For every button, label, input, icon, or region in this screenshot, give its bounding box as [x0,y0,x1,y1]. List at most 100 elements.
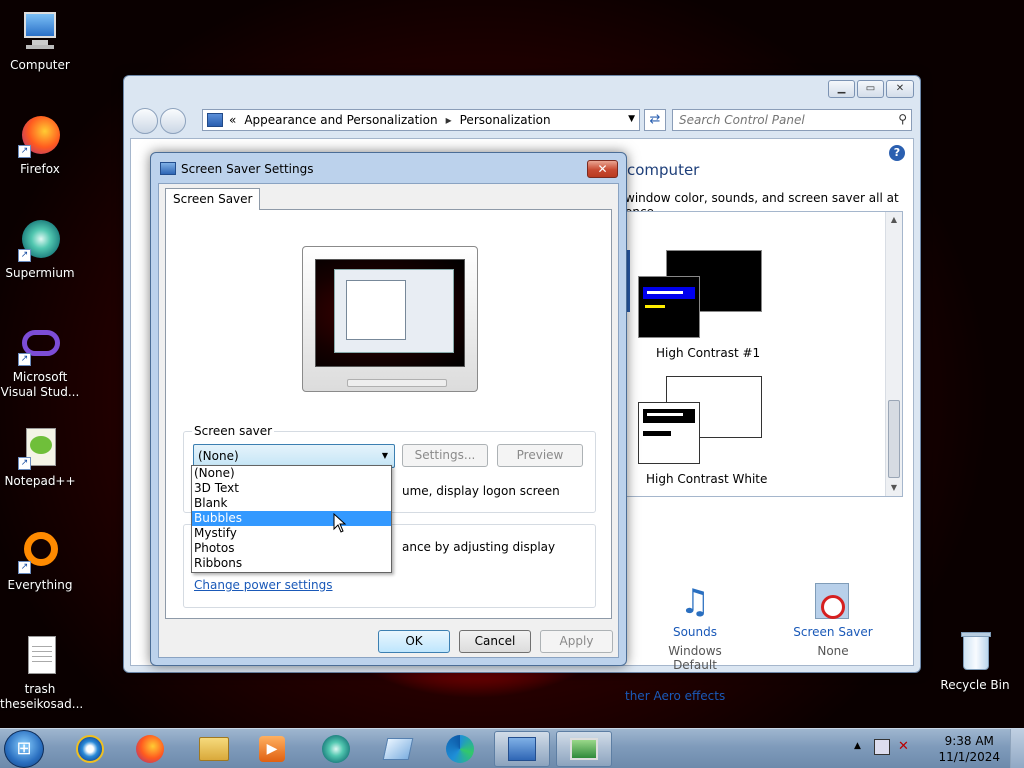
desktop-icon-computer[interactable]: Computer [0,10,80,73]
option-photos[interactable]: Photos [192,541,391,556]
dialog-close-button[interactable]: ✕ [587,160,618,178]
window-app-icon [382,738,414,760]
desktop-icon-label: Firefox [20,162,60,176]
apply-button[interactable]: Apply [540,630,613,653]
breadcrumb-appearance[interactable]: Appearance and Personalization [244,113,437,127]
supermium-icon: ↗ [18,218,62,262]
media-player-icon: ▶ [259,736,285,762]
window-controls: ▁ ▭ ✕ [828,80,914,98]
shortcut-arrow-icon: ↗ [18,353,31,366]
clock-date: 11/1/2024 [938,750,1000,764]
screen-saver-group-label: Screen saver [192,424,275,438]
preview-button[interactable]: Preview [497,444,583,467]
refresh-button[interactable]: ⇄ [644,109,666,131]
taskbar-internet-explorer[interactable] [62,731,118,767]
back-button[interactable] [132,108,158,134]
firefox-icon: ↗ [18,114,62,158]
option-blank[interactable]: Blank [192,496,391,511]
aero-effects-link[interactable]: ther Aero effects [625,689,725,703]
desktop-icon-trash-file[interactable]: trash theseikosad... [0,634,83,712]
theme-high-contrast-1[interactable]: High Contrast #1 [656,346,760,360]
page-title: computer [627,161,700,179]
help-icon[interactable]: ? [889,145,905,161]
taskbar-supermium[interactable] [308,731,364,767]
search-box: ⚲ [672,109,912,131]
chevron-right-icon[interactable]: ▸ [446,113,452,127]
forward-button[interactable] [160,108,186,134]
desktop-icon-recycle-bin[interactable]: Recycle Bin [935,630,1015,693]
desktop-icon-label: Everything [7,578,73,592]
preview-dialog [346,280,406,340]
desktop-icon-notepadpp[interactable]: ↗ Notepad++ [0,426,80,489]
scroll-up-icon[interactable]: ▲ [886,212,902,228]
desktop-icon-visual-studio[interactable]: ↗ Microsoft Visual Stud... [0,322,80,400]
computer-icon [18,10,62,54]
tab-screen-saver[interactable]: Screen Saver [165,188,261,210]
sounds-link[interactable]: Sounds [645,625,745,639]
taskbar-firefox[interactable] [122,731,178,767]
minimize-button[interactable]: ▁ [828,80,855,98]
scroll-down-icon[interactable]: ▼ [886,480,902,496]
resume-text: ume, display logon screen [402,484,560,498]
monitor-icon [570,738,598,760]
monitor-stand [347,379,447,387]
control-panel-icon [207,113,223,127]
preview-monitor [302,246,478,392]
desktop-icon-firefox[interactable]: ↗ Firefox [0,114,80,177]
power-text: ance by adjusting display [402,540,556,554]
option-none[interactable]: (None) [192,466,391,481]
breadcrumb-personalization[interactable]: Personalization [460,113,551,127]
taskbar-control-panel[interactable] [494,731,550,767]
chevron-down-icon[interactable]: ▼ [628,114,635,124]
search-icon[interactable]: ⚲ [898,112,907,126]
theme-list-scrollbar[interactable]: ▲ ▼ [885,212,902,496]
scroll-thumb[interactable] [888,400,900,478]
close-button[interactable]: ✕ [886,80,914,98]
dialog-monitor-icon [160,162,176,175]
theme-list[interactable]: High Contrast #1 High Contrast White ▲ ▼ [625,211,903,497]
desktop-icon-label: Recycle Bin [940,678,1010,692]
taskbar-edge[interactable] [432,731,488,767]
preview-screen [315,259,465,367]
volume-muted-icon[interactable]: ✕ [898,739,909,754]
everything-icon: ↗ [18,530,62,574]
screen-saver-options-list[interactable]: (None) 3D Text Blank Bubbles Mystify Pho… [191,465,392,573]
desktop-icon-everything[interactable]: ↗ Everything [0,530,80,593]
maximize-button[interactable]: ▭ [857,80,884,98]
network-icon[interactable] [874,739,890,755]
chevron-down-icon[interactable]: ▼ [382,445,388,467]
option-ribbons[interactable]: Ribbons [192,556,391,571]
taskbar-screen-saver-settings[interactable] [556,731,612,767]
internet-explorer-icon [76,735,104,763]
clock-time: 9:38 AM [944,734,994,748]
show-desktop-button[interactable] [1010,729,1024,768]
option-bubbles[interactable]: Bubbles [192,511,391,526]
screen-saver-none-icon [783,579,883,625]
address-bar[interactable]: « Appearance and Personalization ▸ Perso… [202,109,640,131]
screen-saver-link[interactable]: Screen Saver [783,625,883,639]
breadcrumb-prefix[interactable]: « [229,113,236,127]
change-power-settings-link[interactable]: Change power settings [194,578,333,592]
edge-icon [446,735,474,763]
sounds-value: Windows Default [668,644,722,672]
taskbar-media-player[interactable]: ▶ [244,731,300,767]
search-input[interactable] [673,110,883,130]
shortcut-arrow-icon: ↗ [18,457,31,470]
option-mystify[interactable]: Mystify [192,526,391,541]
desktop-icon-supermium[interactable]: ↗ Supermium [0,218,80,281]
sounds-item[interactable]: ♫ Sounds Windows Default [645,579,745,672]
ok-button[interactable]: OK [378,630,450,653]
start-button[interactable]: ⊞ [4,730,44,768]
clock[interactable]: 9:38 AM 11/1/2024 [938,733,1000,765]
tray-expand-icon[interactable]: ▲ [854,741,861,751]
screen-saver-item[interactable]: Screen Saver None [783,579,883,658]
taskbar-app[interactable] [370,731,426,767]
taskbar-explorer[interactable] [186,731,242,767]
text-file-icon [18,634,62,678]
option-3d-text[interactable]: 3D Text [192,481,391,496]
cancel-button[interactable]: Cancel [459,630,531,653]
theme-preview-front [638,402,700,464]
theme-high-contrast-white[interactable]: High Contrast White [646,472,767,486]
settings-button[interactable]: Settings... [402,444,488,467]
supermium-icon [322,735,350,763]
